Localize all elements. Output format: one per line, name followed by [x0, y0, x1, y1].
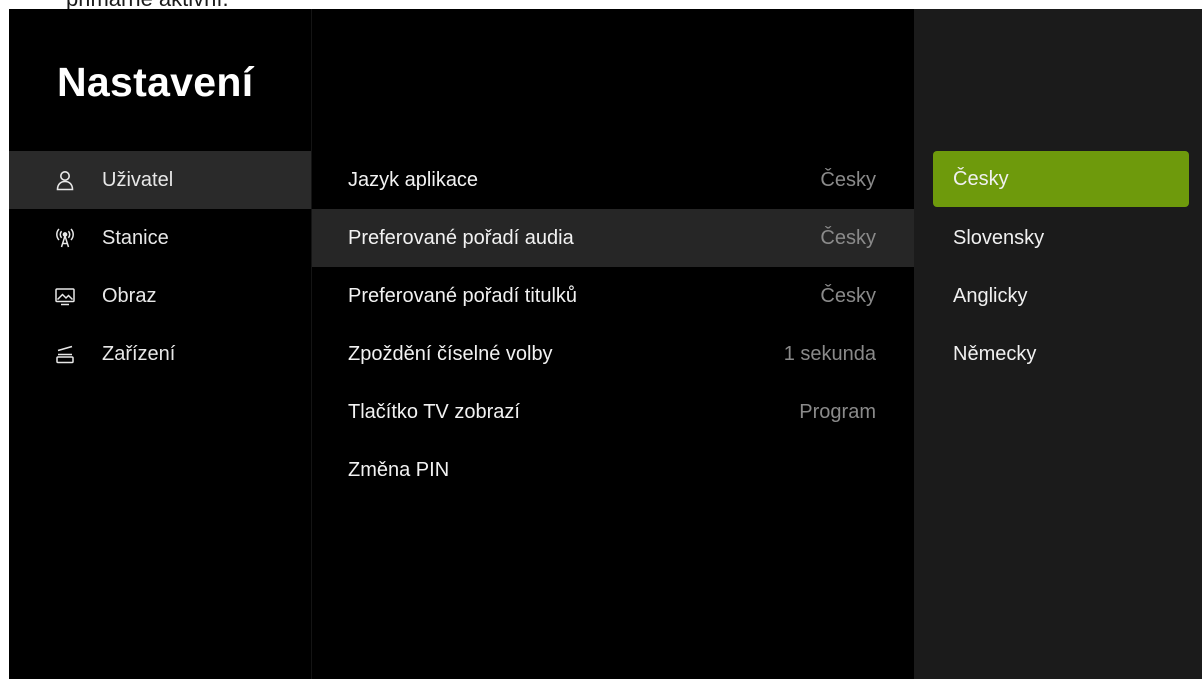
setting-value: Česky: [820, 284, 876, 307]
option-anglicky[interactable]: Anglicky: [933, 267, 1189, 325]
setting-change-pin[interactable]: Změna PIN: [312, 441, 914, 499]
screen-image-icon: [54, 285, 76, 307]
setting-value: 1 sekunda: [783, 342, 876, 365]
setting-label: Preferované pořadí titulků: [348, 284, 578, 307]
option-nemecky[interactable]: Německy: [933, 325, 1189, 383]
setting-value: Program: [799, 400, 876, 423]
language-options: Česky Slovensky Anglicky Německy: [933, 151, 1189, 383]
setting-audio-order[interactable]: Preferované pořadí audia Česky: [312, 209, 914, 267]
options-panel: Česky Slovensky Anglicky Německy: [914, 9, 1202, 679]
setting-value: Česky: [820, 226, 876, 249]
setting-app-language[interactable]: Jazyk aplikace Česky: [312, 151, 914, 209]
setting-tv-button[interactable]: Tlačítko TV zobrazí Program: [312, 383, 914, 441]
user-icon: [54, 169, 76, 191]
sidebar-nav: Uživatel Stanice Obraz Zařízení: [9, 151, 311, 383]
setting-label: Jazyk aplikace: [348, 168, 479, 191]
device-icon: [54, 343, 76, 365]
setting-label: Preferované pořadí audia: [348, 226, 574, 249]
sidebar-item-label: Uživatel: [102, 168, 174, 191]
settings-screen: Nastavení Uživatel Stanice Obraz Zařízen…: [9, 9, 1202, 679]
antenna-icon: [54, 227, 76, 249]
option-cesky[interactable]: Česky: [933, 151, 1189, 207]
sidebar-item-label: Obraz: [102, 284, 157, 307]
settings-list: Jazyk aplikace Česky Preferované pořadí …: [312, 151, 914, 499]
sidebar: Nastavení Uživatel Stanice Obraz Zařízen…: [9, 9, 312, 679]
setting-value: Česky: [820, 168, 876, 191]
settings-panel: Jazyk aplikace Česky Preferované pořadí …: [312, 9, 914, 679]
sidebar-item-label: Zařízení: [102, 342, 176, 365]
sidebar-item-zarizeni[interactable]: Zařízení: [9, 325, 311, 383]
sidebar-item-uzivatel[interactable]: Uživatel: [9, 151, 311, 209]
setting-numeric-delay[interactable]: Zpoždění číselné volby 1 sekunda: [312, 325, 914, 383]
setting-label: Zpoždění číselné volby: [348, 342, 553, 365]
sidebar-item-obraz[interactable]: Obraz: [9, 267, 311, 325]
sidebar-item-label: Stanice: [102, 226, 169, 249]
page-title: Nastavení: [57, 59, 254, 105]
sidebar-item-stanice[interactable]: Stanice: [9, 209, 311, 267]
setting-label: Změna PIN: [348, 458, 450, 481]
option-slovensky[interactable]: Slovensky: [933, 209, 1189, 267]
setting-label: Tlačítko TV zobrazí: [348, 400, 520, 423]
setting-subtitle-order[interactable]: Preferované pořadí titulků Česky: [312, 267, 914, 325]
